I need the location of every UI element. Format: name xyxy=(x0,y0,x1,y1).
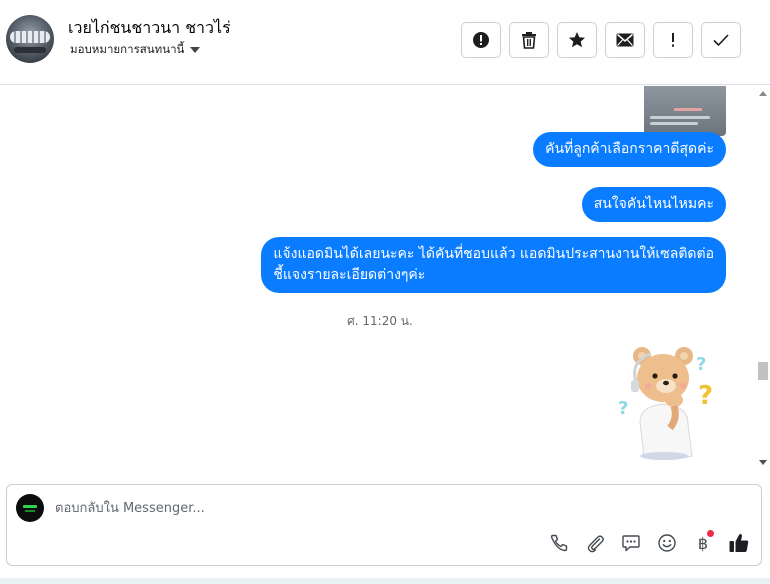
messenger-inbox: เวยไก่ชนชาวนา ชาวไร่ มอบหมายการสนทนานี้ xyxy=(0,0,770,584)
message-text: สนใจคันไหนไหมคะ xyxy=(593,196,714,212)
scroll-up-arrow-icon[interactable] xyxy=(759,91,767,96)
mark-important-button[interactable] xyxy=(653,22,693,58)
message-bubble[interactable]: สนใจคันไหนไหมคะ xyxy=(581,187,726,222)
message-timestamp: ศ. 11:20 น. xyxy=(347,314,413,328)
scroll-down-arrow-icon[interactable] xyxy=(759,460,767,465)
shared-image-preview[interactable] xyxy=(644,86,726,136)
message-text-line: แจ้งแอดมินได้เลยนะคะ ได้คันที่ชอบแล้ว แอ… xyxy=(273,246,714,262)
star-icon xyxy=(569,32,585,48)
caret-down-icon xyxy=(190,47,201,53)
svg-text:?: ? xyxy=(618,398,628,419)
message-text-line: ชี้แจงรายละเอียดต่างๆค่ะ xyxy=(273,267,426,283)
attach-button[interactable] xyxy=(583,531,607,555)
conversation-header: เวยไก่ชนชาวนา ชาวไร่ มอบหมายการสนทนานี้ xyxy=(0,0,770,85)
alert-circle-icon xyxy=(473,32,489,48)
message-bubble[interactable]: คันที่ลูกค้าเลือกราคาดีสุดค่ะ xyxy=(533,132,726,167)
thinking-bear-sticker[interactable]: ? ? ? xyxy=(614,344,722,464)
baht-icon: ฿ xyxy=(697,533,709,553)
paperclip-icon xyxy=(587,535,604,553)
composer-tools: ฿ xyxy=(547,530,751,555)
bottom-strip xyxy=(0,578,770,584)
saved-reply-button[interactable] xyxy=(619,531,643,555)
scrollbar-thumb[interactable] xyxy=(758,362,768,380)
conversation-actions xyxy=(461,22,741,58)
trash-icon xyxy=(522,32,536,49)
message-bubble[interactable]: แจ้งแอดมินได้เลยนะคะ ได้คันที่ชอบแล้ว แอ… xyxy=(261,237,726,293)
saved-reply-icon xyxy=(622,535,640,552)
contact-avatar[interactable] xyxy=(6,15,54,63)
thumbs-up-icon xyxy=(729,534,749,552)
thread-scrollbar[interactable] xyxy=(756,86,770,471)
svg-text:?: ? xyxy=(696,354,706,375)
star-button[interactable] xyxy=(557,22,597,58)
reply-composer: ฿ xyxy=(6,484,762,566)
like-button[interactable] xyxy=(727,531,751,555)
envelope-icon xyxy=(616,33,634,47)
contact-name[interactable]: เวยไก่ชนชาวนา ชาวไร่ xyxy=(68,16,231,41)
message-text: คันที่ลูกค้าเลือกราคาดีสุดค่ะ xyxy=(545,141,714,157)
delete-button[interactable] xyxy=(509,22,549,58)
call-button[interactable] xyxy=(547,531,571,555)
reply-input[interactable] xyxy=(55,498,655,518)
emoji-icon xyxy=(658,534,676,552)
svg-text:?: ? xyxy=(698,381,713,411)
notification-dot xyxy=(707,530,714,537)
mark-unread-button[interactable] xyxy=(605,22,645,58)
assign-conversation-dropdown[interactable]: มอบหมายการสนทนานี้ xyxy=(70,41,201,59)
phone-icon xyxy=(550,534,568,552)
assign-label: มอบหมายการสนทนานี้ xyxy=(70,42,185,56)
mark-done-button[interactable] xyxy=(701,22,741,58)
report-button[interactable] xyxy=(461,22,501,58)
payment-button[interactable]: ฿ xyxy=(691,530,715,555)
page-avatar xyxy=(16,494,44,522)
check-icon xyxy=(713,34,729,47)
exclamation-icon xyxy=(672,33,674,47)
emoji-button[interactable] xyxy=(655,531,679,555)
message-thread: คันที่ลูกค้าเลือกราคาดีสุดค่ะ สนใจคันไหน… xyxy=(0,86,770,471)
